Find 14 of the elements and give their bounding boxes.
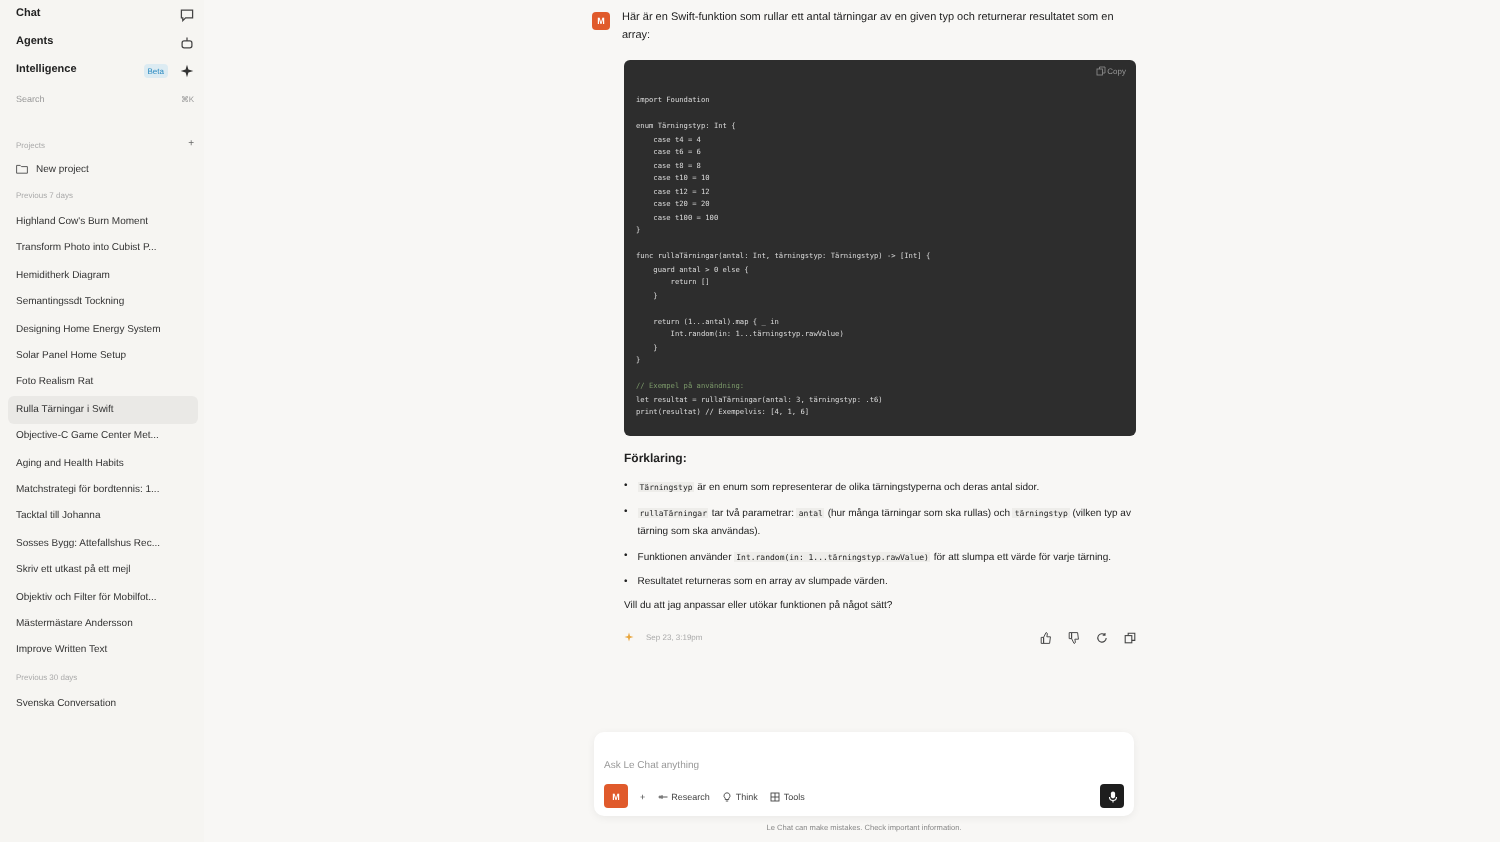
- sparkle-icon: [180, 63, 194, 77]
- microphone-icon: [1105, 789, 1119, 803]
- thumbs-up-icon[interactable]: [1040, 631, 1052, 643]
- grid-icon: [769, 791, 780, 801]
- lightbulb-icon: [721, 791, 732, 801]
- thumbs-down-icon[interactable]: [1068, 631, 1080, 643]
- sparkle-icon: [624, 632, 634, 642]
- folder-icon: [16, 164, 28, 175]
- microphone-button[interactable]: [1100, 784, 1124, 808]
- retry-icon[interactable]: [1096, 631, 1108, 643]
- slider-icon: [657, 791, 668, 801]
- chat-icon: [180, 7, 194, 21]
- robot-icon: [180, 35, 194, 49]
- copy-icon[interactable]: [1124, 631, 1136, 643]
